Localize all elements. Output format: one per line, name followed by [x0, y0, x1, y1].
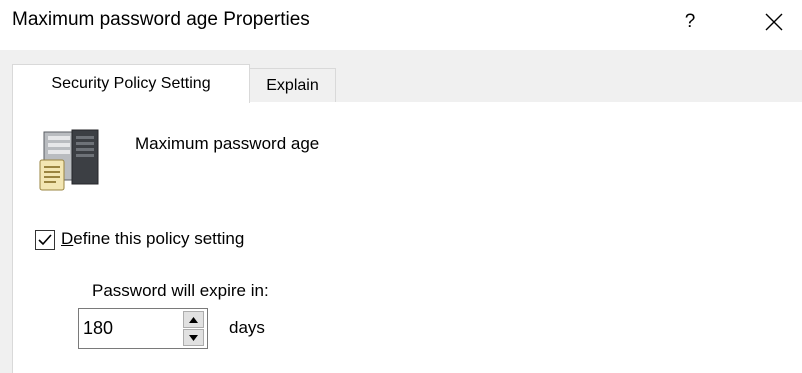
- password-expire-label: Password will expire in:: [92, 281, 269, 300]
- title-bar: Maximum password age Properties ?: [0, 0, 802, 50]
- arrow-up-icon: [189, 316, 198, 323]
- expiry-days-spinbox[interactable]: [78, 308, 208, 349]
- days-unit-label: days: [229, 318, 265, 337]
- server-policy-icon: [39, 129, 99, 191]
- spin-down-button[interactable]: [183, 329, 204, 346]
- define-policy-checkbox[interactable]: [35, 230, 55, 250]
- define-policy-label[interactable]: Define this policy setting: [61, 229, 244, 249]
- window-title: Maximum password age Properties: [12, 9, 310, 30]
- define-policy-label-text: efine this policy setting: [73, 229, 245, 248]
- close-icon: [765, 13, 783, 31]
- check-icon: [38, 234, 52, 246]
- expiry-days-input[interactable]: [83, 313, 173, 343]
- spin-up-button[interactable]: [183, 311, 204, 328]
- close-button[interactable]: [756, 4, 792, 40]
- help-button[interactable]: ?: [672, 4, 708, 40]
- define-policy-accelerator: D: [61, 229, 74, 248]
- tab-security-policy-setting[interactable]: Security Policy Setting: [12, 64, 250, 103]
- arrow-down-icon: [189, 334, 198, 341]
- policy-name: Maximum password age: [135, 134, 320, 153]
- tab-explain[interactable]: Explain: [250, 68, 336, 103]
